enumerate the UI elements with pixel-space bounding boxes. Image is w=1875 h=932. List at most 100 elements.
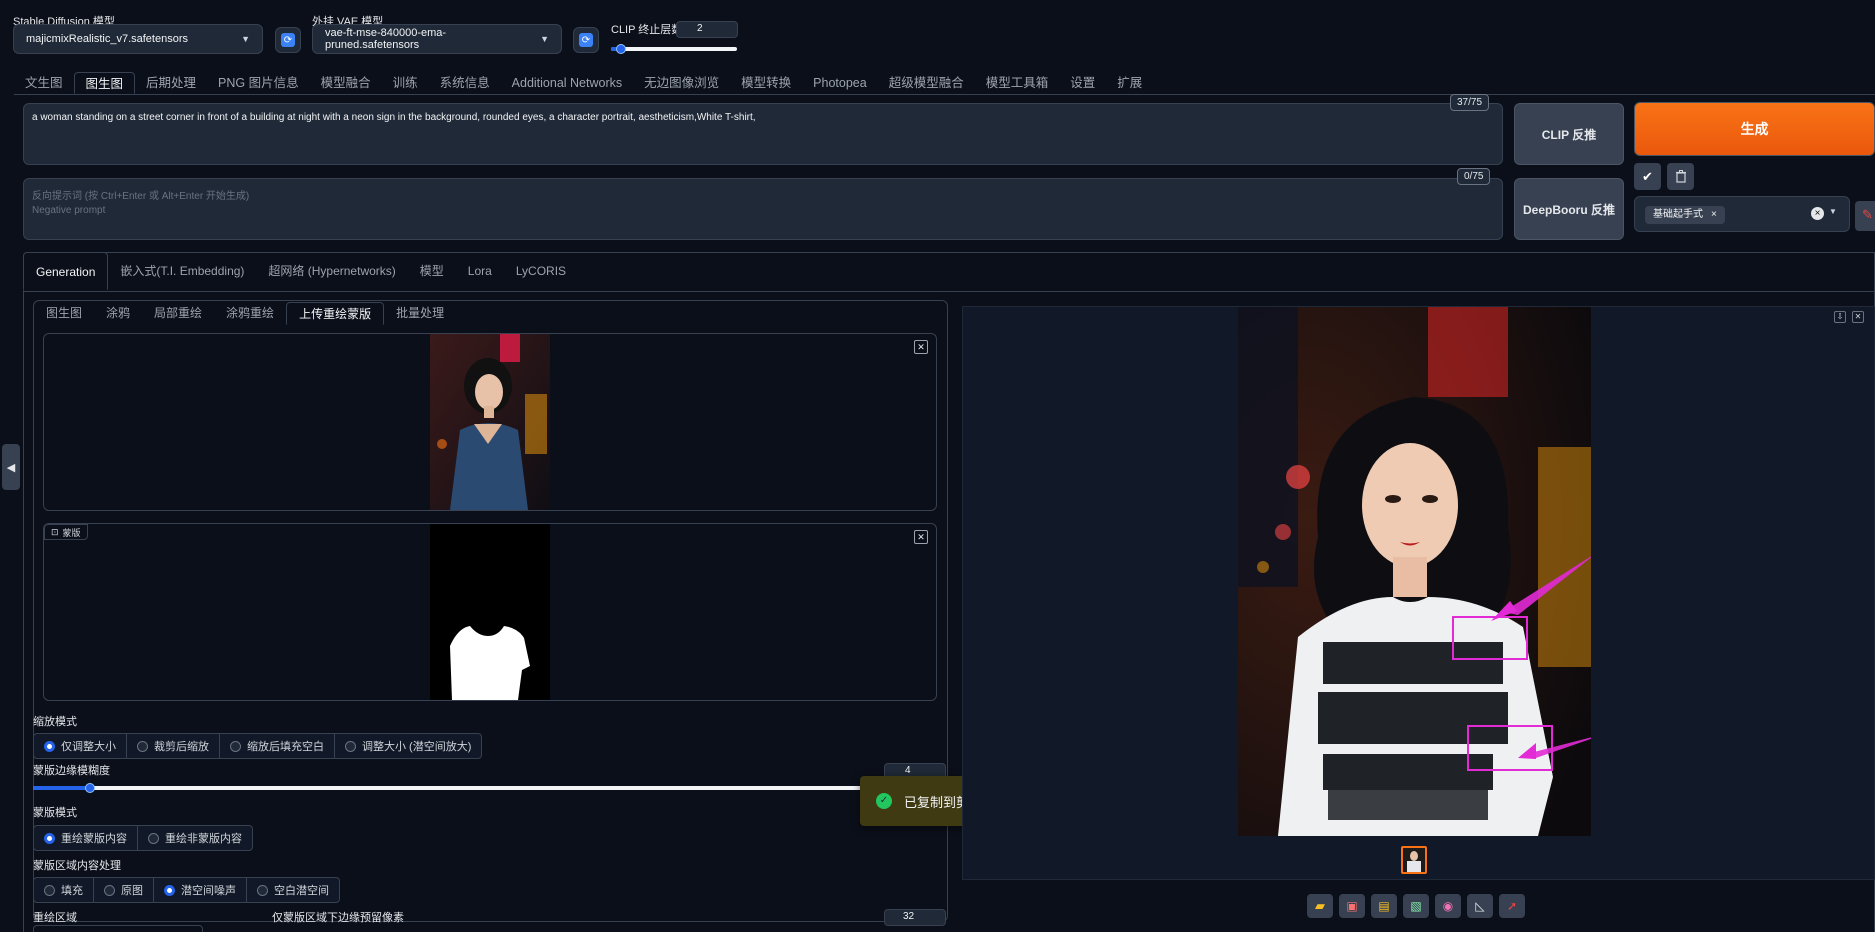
chevron-down-icon: ▼: [241, 34, 250, 44]
main-tab-9[interactable]: 模型转换: [730, 72, 802, 94]
sub-tab-5[interactable]: LyCORIS: [504, 252, 578, 290]
positive-prompt-textarea[interactable]: a woman standing on a street corner in f…: [23, 103, 1503, 165]
send-to-inpaint-button[interactable]: ◉: [1435, 894, 1461, 918]
radio-label: 缩放后填充空白: [247, 741, 324, 753]
negative-placeholder-line1: 反向提示词 (按 Ctrl+Enter 或 Alt+Enter 开始生成): [32, 191, 250, 202]
clip-number-input[interactable]: 2: [676, 21, 738, 38]
sub-tab-4[interactable]: Lora: [456, 252, 504, 290]
download-icon[interactable]: ⇩: [1834, 311, 1846, 323]
radio-icon: [44, 832, 55, 844]
main-tab-4[interactable]: 模型融合: [310, 72, 382, 94]
mask-blur-slider-thumb[interactable]: [84, 783, 95, 793]
refresh-vae-button[interactable]: ⟳: [573, 27, 599, 53]
clear-icon[interactable]: ×: [1811, 207, 1824, 220]
close-icon[interactable]: ✕: [914, 340, 928, 354]
sub-tab-3[interactable]: 模型: [408, 252, 456, 290]
masked-content-option-1[interactable]: 原图: [94, 878, 154, 902]
positive-prompt-text: a woman standing on a street corner in f…: [32, 112, 756, 123]
clear-prompt-button[interactable]: [1667, 163, 1694, 190]
inpaint-area-radio-group[interactable]: [33, 925, 203, 932]
main-tab-13[interactable]: 设置: [1059, 72, 1106, 94]
img2img-tab-0[interactable]: 图生图: [34, 302, 94, 325]
radio-icon: [137, 740, 148, 752]
mask-mode-option-1[interactable]: 重绘非蒙版内容: [138, 826, 252, 850]
masked-content-option-3[interactable]: 空白潜空间: [247, 878, 339, 902]
send-to-controlnet-button[interactable]: ➚: [1499, 894, 1525, 918]
mask-blur-slider-track[interactable]: [33, 786, 939, 790]
main-tab-8[interactable]: 无边图像浏览: [633, 72, 730, 94]
success-check-icon: ✓: [876, 793, 892, 809]
main-tab-10[interactable]: Photopea: [802, 72, 878, 94]
vae-dropdown[interactable]: vae-ft-mse-840000-ema-pruned.safetensors…: [312, 24, 562, 54]
palette-icon: ◉: [1442, 899, 1454, 913]
img2img-tab-5[interactable]: 批量处理: [384, 302, 456, 325]
sd-model-value: majicmixRealistic_v7.safetensors: [26, 33, 188, 45]
rocket-icon: ➚: [1506, 899, 1518, 913]
output-image[interactable]: [1238, 307, 1591, 836]
masked-content-option-0[interactable]: 填充: [34, 878, 94, 902]
mask-label-badge: ⊡ 蒙版: [44, 524, 88, 540]
save-button[interactable]: ▣: [1339, 894, 1365, 918]
main-tab-2[interactable]: 后期处理: [135, 72, 207, 94]
resize-mode-option-3[interactable]: 调整大小 (潜空间放大): [335, 734, 481, 758]
zip-button[interactable]: ▤: [1371, 894, 1397, 918]
image-icon: ▧: [1410, 899, 1422, 913]
mask-image-thumbnail: [430, 524, 550, 700]
gallery-toolbar: ▰ ▣ ▤ ▧ ◉ ◺ ➚: [1307, 894, 1525, 918]
negative-prompt-textarea[interactable]: 反向提示词 (按 Ctrl+Enter 或 Alt+Enter 开始生成) Ne…: [23, 178, 1503, 240]
clip-interrogate-button[interactable]: CLIP 反推: [1514, 103, 1624, 165]
main-tab-12[interactable]: 模型工具箱: [975, 72, 1060, 94]
style-select[interactable]: 基础起手式 × × ▼: [1634, 196, 1850, 232]
send-to-extras-button[interactable]: ◺: [1467, 894, 1493, 918]
masked-content-label: 蒙版区域内容处理: [33, 860, 121, 872]
sub-tab-0[interactable]: Generation: [23, 252, 109, 290]
refresh-model-button[interactable]: ⟳: [275, 27, 301, 53]
main-tab-6[interactable]: 系统信息: [429, 72, 501, 94]
main-tab-5[interactable]: 训练: [382, 72, 429, 94]
mask-blur-label: 蒙版边缘模糊度: [33, 765, 110, 777]
open-folder-button[interactable]: ▰: [1307, 894, 1333, 918]
apply-style-button[interactable]: ✔: [1634, 163, 1661, 190]
img2img-tab-3[interactable]: 涂鸦重绘: [214, 302, 286, 325]
resize-mode-option-2[interactable]: 缩放后填充空白: [220, 734, 335, 758]
radio-label: 空白潜空间: [274, 885, 329, 897]
send-to-img2img-button[interactable]: ▧: [1403, 894, 1429, 918]
sub-tab-2[interactable]: 超网络 (Hypernetworks): [256, 252, 407, 290]
close-icon[interactable]: ✕: [914, 530, 928, 544]
sd-model-dropdown[interactable]: majicmixRealistic_v7.safetensors ▼: [13, 24, 263, 54]
trash-icon: [1675, 170, 1686, 183]
gallery-thumbnail[interactable]: [1401, 846, 1427, 874]
resize-mode-option-1[interactable]: 裁剪后缩放: [127, 734, 220, 758]
deepbooru-interrogate-button[interactable]: DeepBooru 反推: [1514, 178, 1624, 240]
init-image-panel[interactable]: ✕: [43, 333, 937, 511]
img2img-tab-2[interactable]: 局部重绘: [142, 302, 214, 325]
close-icon[interactable]: ×: [1711, 206, 1717, 224]
main-tab-7[interactable]: Additional Networks: [501, 72, 633, 94]
mask-image-panel[interactable]: ⊡ 蒙版 ✕: [43, 523, 937, 701]
close-icon[interactable]: ✕: [1852, 311, 1864, 323]
clip-slider-track[interactable]: [611, 47, 737, 51]
negative-placeholder-line2: Negative prompt: [32, 205, 106, 216]
negative-token-counter: 0/75: [1457, 168, 1491, 185]
radio-label: 仅调整大小: [61, 741, 116, 753]
img2img-tab-1[interactable]: 涂鸦: [94, 302, 142, 325]
chevron-down-icon: ▼: [1829, 207, 1837, 216]
main-tab-14[interactable]: 扩展: [1106, 72, 1153, 94]
main-tab-0[interactable]: 文生图: [14, 72, 74, 94]
generate-button[interactable]: 生成: [1634, 102, 1875, 156]
mask-mode-option-0[interactable]: 重绘蒙版内容: [34, 826, 138, 850]
padding-number-input[interactable]: 32: [884, 909, 946, 926]
style-chip[interactable]: 基础起手式 ×: [1645, 206, 1725, 224]
clip-slider-thumb[interactable]: [616, 44, 627, 54]
masked-content-option-2[interactable]: 潜空间噪声: [154, 878, 247, 902]
main-tab-1[interactable]: 图生图: [73, 72, 136, 94]
resize-mode-option-0[interactable]: 仅调整大小: [34, 734, 127, 758]
resize-mode-label: 缩放模式: [33, 716, 77, 728]
edit-styles-button[interactable]: ✎: [1855, 201, 1875, 231]
main-tab-11[interactable]: 超级模型融合: [878, 72, 975, 94]
radio-label: 重绘蒙版内容: [61, 833, 127, 845]
main-tab-3[interactable]: PNG 图片信息: [207, 72, 310, 94]
sidebar-toggle-button[interactable]: ◀: [2, 444, 20, 490]
img2img-tab-4[interactable]: 上传重绘蒙版: [286, 302, 385, 325]
sub-tab-1[interactable]: 嵌入式(T.I. Embedding): [108, 252, 256, 290]
